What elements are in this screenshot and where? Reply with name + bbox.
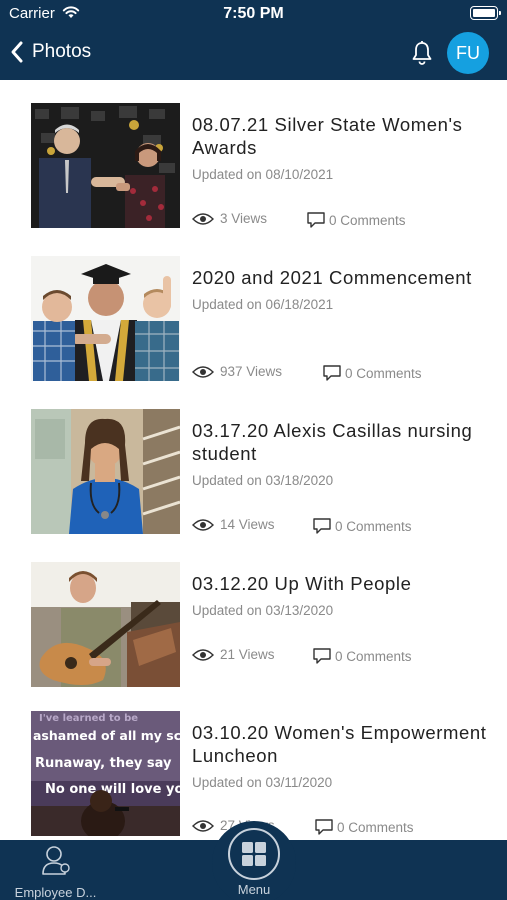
tab-label: Employee D... xyxy=(14,885,97,900)
comment-count[interactable]: 0 Comments xyxy=(312,647,412,665)
album-item[interactable]: 03.17.20 Alexis Casillas nursing student… xyxy=(0,409,507,539)
album-updated: Updated on 06/18/2021 xyxy=(192,297,334,312)
status-bar: Carrier 7:50 PM xyxy=(0,0,507,28)
album-thumbnail xyxy=(31,256,180,381)
slide-text-line: Runaway, they say xyxy=(35,756,172,771)
menu-label: Menu xyxy=(237,882,271,897)
comment-icon xyxy=(315,819,333,835)
eye-icon xyxy=(192,648,214,661)
album-item[interactable]: 2020 and 2021 Commencement Updated on 06… xyxy=(0,256,507,386)
grid-icon xyxy=(242,842,266,866)
album-item[interactable]: 03.12.20 Up With People Updated on 03/13… xyxy=(0,562,507,692)
view-count: 21 Views xyxy=(192,647,275,662)
album-thumbnail xyxy=(31,562,180,687)
tab-employee-directory[interactable]: Employee D... xyxy=(8,844,103,900)
view-count: 14 Views xyxy=(192,517,275,532)
slide-text-line: I've learned to be xyxy=(39,713,138,724)
top-bar: Carrier 7:50 PM Photos FU xyxy=(0,0,507,80)
comment-icon xyxy=(313,648,331,664)
album-title: 03.10.20 Women's Empowerment Luncheon xyxy=(192,722,487,766)
chevron-left-icon xyxy=(11,41,23,63)
slide-text-line: ashamed of all my scars xyxy=(33,728,180,743)
comment-icon xyxy=(307,212,325,228)
eye-icon xyxy=(192,819,214,832)
eye-icon xyxy=(192,212,214,225)
album-title: 03.17.20 Alexis Casillas nursing student xyxy=(192,420,473,464)
album-title: 03.12.20 Up With People xyxy=(192,573,412,594)
comment-count[interactable]: 0 Comments xyxy=(322,364,422,382)
album-updated: Updated on 03/18/2020 xyxy=(192,473,334,488)
eye-icon xyxy=(192,518,214,531)
album-title: 08.07.21 Silver State Women's Awards xyxy=(192,114,463,158)
comment-count[interactable]: 0 Comments xyxy=(312,517,412,535)
back-button[interactable]: Photos xyxy=(10,36,91,68)
album-item[interactable]: 08.07.21 Silver State Women's Awards Upd… xyxy=(0,103,507,233)
album-thumbnail: I've learned to be ashamed of all my sca… xyxy=(31,711,180,836)
album-updated: Updated on 03/11/2020 xyxy=(192,775,333,790)
album-thumbnail xyxy=(31,103,180,228)
person-icon xyxy=(41,846,70,875)
album-thumbnail xyxy=(31,409,180,534)
page-title: Photos xyxy=(32,41,92,62)
battery-icon xyxy=(470,6,501,20)
album-updated: Updated on 03/13/2020 xyxy=(192,603,334,618)
slide-text-line: No one will love you xyxy=(45,782,180,797)
status-time: 7:50 PM xyxy=(223,5,284,22)
tab-bar: Employee D... Menu xyxy=(0,821,507,900)
album-list: 08.07.21 Silver State Women's Awards Upd… xyxy=(0,80,507,840)
menu-button[interactable] xyxy=(228,828,280,880)
eye-icon xyxy=(192,365,214,378)
comment-count[interactable]: 0 Comments xyxy=(314,818,414,836)
comment-icon xyxy=(313,518,331,534)
comment-count[interactable]: 0 Comments xyxy=(306,211,406,229)
view-count: 937 Views xyxy=(192,364,282,379)
album-updated: Updated on 08/10/2021 xyxy=(192,167,334,182)
bell-icon[interactable] xyxy=(410,40,434,66)
view-count: 3 Views xyxy=(192,211,267,226)
avatar[interactable]: FU xyxy=(447,32,489,74)
comment-icon xyxy=(323,365,341,381)
album-title: 2020 and 2021 Commencement xyxy=(192,267,472,288)
